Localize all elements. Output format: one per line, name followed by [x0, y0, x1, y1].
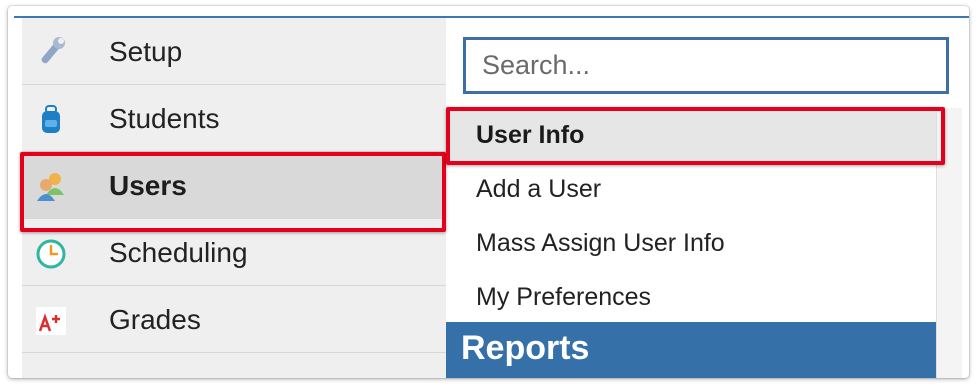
search-box: [463, 37, 949, 94]
sidebar-item-users[interactable]: Users: [22, 152, 446, 219]
sidebar-item-setup[interactable]: Setup: [22, 18, 446, 85]
users-icon: [34, 169, 68, 203]
sidebar-item-grades[interactable]: Grades: [22, 286, 446, 353]
sidebar-item-label: Setup: [109, 36, 183, 67]
student-backpack-icon: [34, 102, 68, 136]
clock-icon: [34, 236, 68, 270]
search-input[interactable]: [466, 40, 946, 91]
menu-item-user-info[interactable]: User Info: [446, 108, 936, 162]
menu-item-add-a-user[interactable]: Add a User: [446, 162, 936, 216]
sidebar-item-scheduling[interactable]: Scheduling: [22, 219, 446, 286]
sidebar-nav: Setup Students Users Scheduling Grades: [22, 18, 447, 378]
flyout-scroll-area: [936, 108, 962, 378]
menu-item-my-preferences[interactable]: My Preferences: [446, 270, 936, 324]
sidebar-item-label: Scheduling: [109, 237, 248, 268]
sidebar-item-label: Grades: [109, 304, 201, 335]
reports-section-header: Reports: [446, 322, 936, 378]
sidebar-item-label: Users: [109, 170, 187, 201]
users-flyout-menu: User Info Add a User Mass Assign User In…: [446, 18, 961, 378]
sidebar-item-label: Students: [109, 103, 220, 134]
menu-item-mass-assign-user-info[interactable]: Mass Assign User Info: [446, 216, 936, 270]
sidebar-item-students[interactable]: Students: [22, 85, 446, 152]
wrench-icon: [34, 35, 68, 69]
grade-a-plus-icon: [34, 303, 68, 337]
